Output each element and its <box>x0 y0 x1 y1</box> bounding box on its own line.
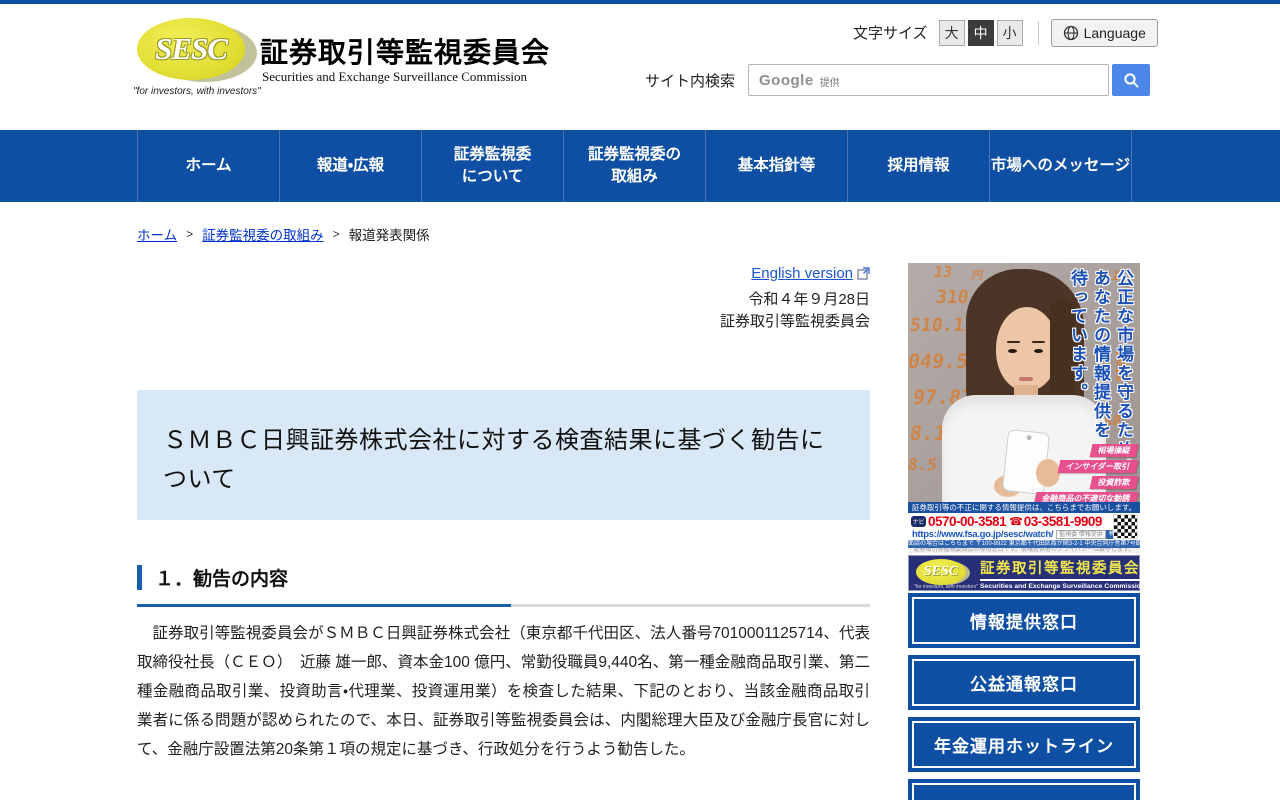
external-link-icon <box>857 267 870 280</box>
nav-item-about[interactable]: 証券監視委 について <box>422 130 564 202</box>
nav-item-activities[interactable]: 証券監視委の 取組み <box>564 130 706 202</box>
search-icon <box>1123 72 1140 89</box>
logo-tagline: "for investors, with investors" <box>133 86 261 97</box>
breadcrumb-home[interactable]: ホーム <box>137 224 177 244</box>
banner-logo-tagline: "for investors, with investors" <box>914 584 978 590</box>
poster-woman-brow <box>1032 341 1045 343</box>
search-placeholder-provided: 提供 <box>819 78 840 89</box>
section-1: １．勧告の内容 <box>137 564 870 607</box>
site-search-label: サイト内検索 <box>645 72 736 90</box>
search-input[interactable]: Google 提供 <box>748 64 1110 96</box>
navidial-icon: ナビ <box>911 516 926 527</box>
globe-icon <box>1063 25 1079 41</box>
nav-item-guidelines[interactable]: 基本指針等 <box>706 130 848 202</box>
poster-address-bar: 面談の場合はこちらまで 〒100-8922 東京都千代田区霞が関3-2-1 中央… <box>908 540 1140 548</box>
breadcrumb-current: 報道発表関係 <box>348 228 430 243</box>
font-size-label: 文字サイズ <box>853 25 928 42</box>
ticker-number: 13 <box>932 263 954 281</box>
sidebar-button-whistleblower-desk[interactable]: 公益通報窓口 <box>908 655 1140 710</box>
ticker-number: 円 <box>971 269 984 282</box>
tag-insider-trading: インサイダー取引 <box>1057 460 1139 473</box>
banner-logo-text: SESC <box>923 564 959 579</box>
nav-item-message[interactable]: 市場へのメッセージ <box>990 130 1132 202</box>
section-body: 証券取引等監視委員会がＳＭＢＣ日興証券株式会社（東京都千代田区、法人番号7010… <box>137 625 870 758</box>
section-accent-bar <box>137 565 142 590</box>
language-button[interactable]: Language <box>1050 18 1158 47</box>
banner-org-en: Securities and Exchange Surveillance Com… <box>980 582 1146 590</box>
sesc-logo[interactable]: SESC "for investors, with investors" <box>133 16 267 102</box>
tag-market-manipulation: 相場操縦 <box>1089 444 1139 457</box>
poster-woman-brow <box>1007 341 1020 343</box>
site-title: 証券取引等監視委員会 <box>260 37 551 68</box>
article-date: 令和４年９月28日 <box>748 291 870 308</box>
nav-item-recruit[interactable]: 採用情報 <box>848 130 990 202</box>
article-meta: English version 令和４年９月28日 証券取引等監視委員会 <box>460 265 870 333</box>
information-poster-banner[interactable]: 13 円 310 510.11 049.56 97.87 8.12 8.5 01… <box>908 263 1140 553</box>
breadcrumb-separator: > <box>186 227 194 241</box>
banner-logo-ellipse: SESC <box>916 559 966 585</box>
breadcrumb-separator: > <box>332 227 340 241</box>
article-organization: 証券取引等監視委員会 <box>719 313 870 330</box>
poster-phone-navidial: 0570-00-3581 <box>928 514 1007 529</box>
page-title: ＳＭＢＣ日興証券株式会社に対する検査結果に基づく勧告について <box>137 390 870 520</box>
sidebar-button-partial[interactable] <box>908 779 1140 800</box>
breadcrumb-activities[interactable]: 証券監視委の取組み <box>202 224 324 244</box>
language-button-label: Language <box>1083 24 1146 41</box>
main-nav: ホーム 報道・広報 証券監視委 について 証券監視委の 取組み 基本指針等 採用… <box>0 130 1280 202</box>
tools-divider <box>1037 20 1039 45</box>
poster-woman-mouth <box>1019 377 1033 381</box>
poster-woman-eye <box>1008 349 1017 353</box>
breadcrumb: ホーム > 証券監視委の取組み > 報道発表関係 <box>137 224 430 244</box>
site-search: サイト内検索 Google 提供 <box>645 64 1151 96</box>
section-rule <box>137 604 870 607</box>
font-size-medium-button[interactable]: 中 <box>967 19 994 46</box>
site-subtitle: Securities and Exchange Surveillance Com… <box>262 69 527 84</box>
poster-contact-area: ナビ 0570-00-3581 ☎ 03-3581-9909 https://w… <box>908 513 1140 540</box>
poster-info-bar: 証券取引等の不正に関する情報提供は、こちらまでお願いします。 <box>908 502 1140 513</box>
poster-woman-eye <box>1034 349 1043 353</box>
poster-phone-tel: 03-3581-9909 <box>1023 514 1103 529</box>
font-size-small-button[interactable]: 小 <box>996 19 1023 46</box>
ticker-number: 310 <box>934 287 970 308</box>
header-tools: 文字サイズ 大 中 小 Language <box>853 18 1158 47</box>
nav-item-home[interactable]: ホーム <box>138 130 280 202</box>
search-button[interactable] <box>1112 64 1151 96</box>
sidebar-button-information-desk[interactable]: 情報提供窓口 <box>908 593 1140 648</box>
search-placeholder-engine: Google <box>759 71 814 89</box>
font-size-large-button[interactable]: 大 <box>938 19 965 46</box>
english-version-link[interactable]: English version <box>751 265 853 282</box>
logo-text: SESC <box>155 31 228 66</box>
telephone-icon: ☎ <box>1009 516 1023 528</box>
banner-org-jp: 証券取引等監視委員会 <box>980 557 1146 581</box>
sesc-banner[interactable]: SESC "for investors, with investors" 証券取… <box>908 555 1146 591</box>
nav-item-press[interactable]: 報道・広報 <box>280 130 422 202</box>
top-accent-bar <box>0 0 1280 4</box>
sidebar-button-pension-hotline[interactable]: 年金運用ホットライン <box>908 717 1140 772</box>
page: SESC "for investors, with investors" 証券取… <box>0 0 1280 800</box>
logo-ellipse: SESC <box>137 18 245 80</box>
section-heading: １．勧告の内容 <box>155 569 289 590</box>
main-nav-items: ホーム 報道・広報 証券監視委 について 証券監視委の 取組み 基本指針等 採用… <box>137 130 1132 202</box>
qr-code <box>1113 514 1138 539</box>
poster-search-keywords: 監視委 情報提供 <box>1056 530 1106 539</box>
ticker-number: 8.5 <box>908 455 939 474</box>
poster-url: https://www.fsa.go.jp/sesc/watch/ <box>912 529 1054 540</box>
tag-investment-fraud: 投資詐欺 <box>1089 476 1139 489</box>
poster-privacy-note: 証券取引等監視委員会の専用窓口です。情報提供者のプライバシーは厳守します。 <box>908 548 1140 553</box>
sesc-banner-logo: SESC "for investors, with investors" <box>914 558 978 590</box>
